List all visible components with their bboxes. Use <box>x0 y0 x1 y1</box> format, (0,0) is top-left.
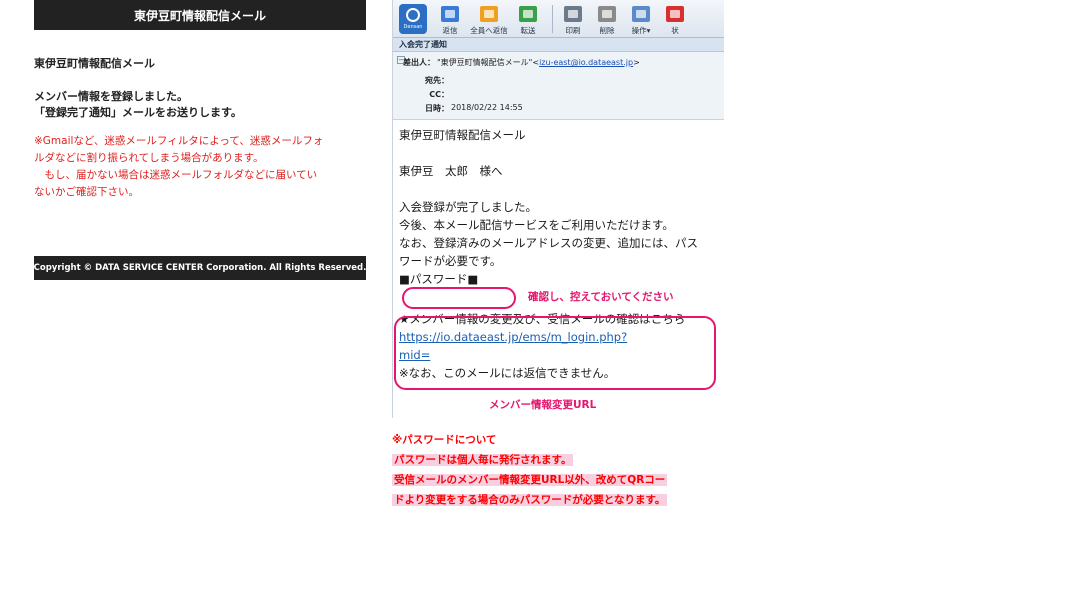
mail-toolbar: Densan 返信 全員へ返信 転送 印刷 削除 操作▾ 状 <box>393 0 724 38</box>
password-heading: ■パスワード■ <box>399 272 479 286</box>
date-label: 日時： <box>425 104 449 113</box>
body-line: なお、登録済みのメールアドレスの変更、追加には、パス <box>399 236 698 250</box>
body-line: 東伊豆町情報配信メール <box>399 128 526 142</box>
note-line: ルダなどに割り振られてしまう場合があります。 <box>34 152 264 164</box>
print-icon <box>564 5 582 22</box>
password-info: ※パスワードについて パスワードは個人毎に発行されます。 受信メールのメンバー情… <box>392 430 668 510</box>
date-value: 2018/02/22 14:55 <box>451 103 523 112</box>
registration-header: 東伊豆町情報配信メール <box>34 0 366 30</box>
password-info-line: ドより変更をする場合のみパスワードが必要となります。 <box>392 494 668 506</box>
from-label: 差出人： <box>403 58 435 67</box>
delete-button-label: 削除 <box>599 25 615 35</box>
registration-page: 東伊豆町情報配信メール 東伊豆町情報配信メール メンバー情報を登録しました。 「… <box>34 0 366 280</box>
from-name: "東伊豆町情報配信メール"< <box>437 58 540 67</box>
registration-header-title: 東伊豆町情報配信メール <box>133 8 266 23</box>
forward-button[interactable]: 転送 <box>513 2 543 36</box>
registration-message: メンバー情報を登録しました。 「登録完了通知」メールをお送りします。 <box>34 89 366 121</box>
mail-headers: − 差出人： "東伊豆町情報配信メール"<izu-east@io.dataeas… <box>393 52 724 120</box>
from-address-link[interactable]: izu-east@io.dataeast.jp <box>539 58 633 67</box>
note-line: ないかご確認下さい。 <box>34 186 139 198</box>
operations-button[interactable]: 操作▾ <box>626 2 656 36</box>
body-line: 今後、本メール配信サービスをご利用いただけます。 <box>399 218 674 232</box>
reply-all-icon <box>480 5 498 22</box>
logo-ring-icon <box>406 7 420 22</box>
password-info-line: パスワードは個人毎に発行されます。 <box>392 454 574 466</box>
operations-icon <box>632 5 650 22</box>
to-row: 宛先： <box>393 75 451 86</box>
cc-row: CC： <box>393 89 451 100</box>
spam-filter-note: ※Gmailなど、迷惑メールフィルタによって、迷惑メールフォ ルダなどに割り振ら… <box>34 133 366 201</box>
reply-button-label: 返信 <box>442 25 458 35</box>
body-line: 東伊豆 太郎 様へ <box>399 164 503 178</box>
registration-body: 東伊豆町情報配信メール メンバー情報を登録しました。 「登録完了通知」メールをお… <box>34 55 366 201</box>
print-button-label: 印刷 <box>565 25 581 35</box>
link-highlight-box <box>394 316 716 390</box>
note-line: もし、届かない場合は迷惑メールフォルダなどに届いてい <box>34 169 318 181</box>
password-info-title: ※パスワードについて <box>392 434 497 446</box>
print-button[interactable]: 印刷 <box>558 2 588 36</box>
from-value: "東伊豆町情報配信メール"<izu-east@io.dataeast.jp> <box>437 57 640 68</box>
delete-button[interactable]: 削除 <box>592 2 622 36</box>
trash-icon <box>598 5 616 22</box>
cc-label: CC： <box>429 90 449 99</box>
password-annotation: 確認し、控えておいてください <box>528 291 674 303</box>
from-row: 差出人： "東伊豆町情報配信メール"<izu-east@io.dataeast.… <box>379 57 640 68</box>
status-icon <box>666 5 684 22</box>
note-line: ※Gmailなど、迷惑メールフィルタによって、迷惑メールフォ <box>34 135 324 147</box>
url-annotation: メンバー情報変更URL <box>489 399 597 411</box>
password-highlight-box <box>402 287 516 309</box>
reply-all-button[interactable]: 全員へ返信 <box>469 2 509 36</box>
body-line: 入会登録が完了しました。 <box>399 200 537 214</box>
date-row: 日時： 2018/02/22 14:55 <box>393 103 523 114</box>
site-name: 東伊豆町情報配信メール <box>34 57 155 70</box>
to-label: 宛先： <box>425 76 449 85</box>
reply-icon <box>441 5 459 22</box>
operations-button-label: 操作▾ <box>631 25 651 35</box>
status-button-label: 状 <box>671 25 679 35</box>
from-suffix: > <box>633 58 640 67</box>
reply-button[interactable]: 返信 <box>435 2 465 36</box>
mail-subject: 入会完了通知 <box>393 38 724 52</box>
reply-all-button-label: 全員へ返信 <box>470 25 508 35</box>
forward-icon <box>519 5 537 22</box>
registration-message-line: 「登録完了通知」メールをお送りします。 <box>34 106 242 119</box>
copyright-footer: Copyright © DATA SERVICE CENTER Corporat… <box>34 256 366 280</box>
densan-logo[interactable]: Densan <box>399 3 427 34</box>
logo-word: Densan <box>403 23 423 30</box>
password-info-line: 受信メールのメンバー情報変更URL以外、改めてQRコー <box>392 474 668 486</box>
body-line: ワードが必要です。 <box>399 254 502 268</box>
registration-message-line: メンバー情報を登録しました。 <box>34 90 188 103</box>
forward-button-label: 転送 <box>520 25 536 35</box>
status-button[interactable]: 状 <box>660 2 690 36</box>
toolbar-divider <box>552 4 553 33</box>
